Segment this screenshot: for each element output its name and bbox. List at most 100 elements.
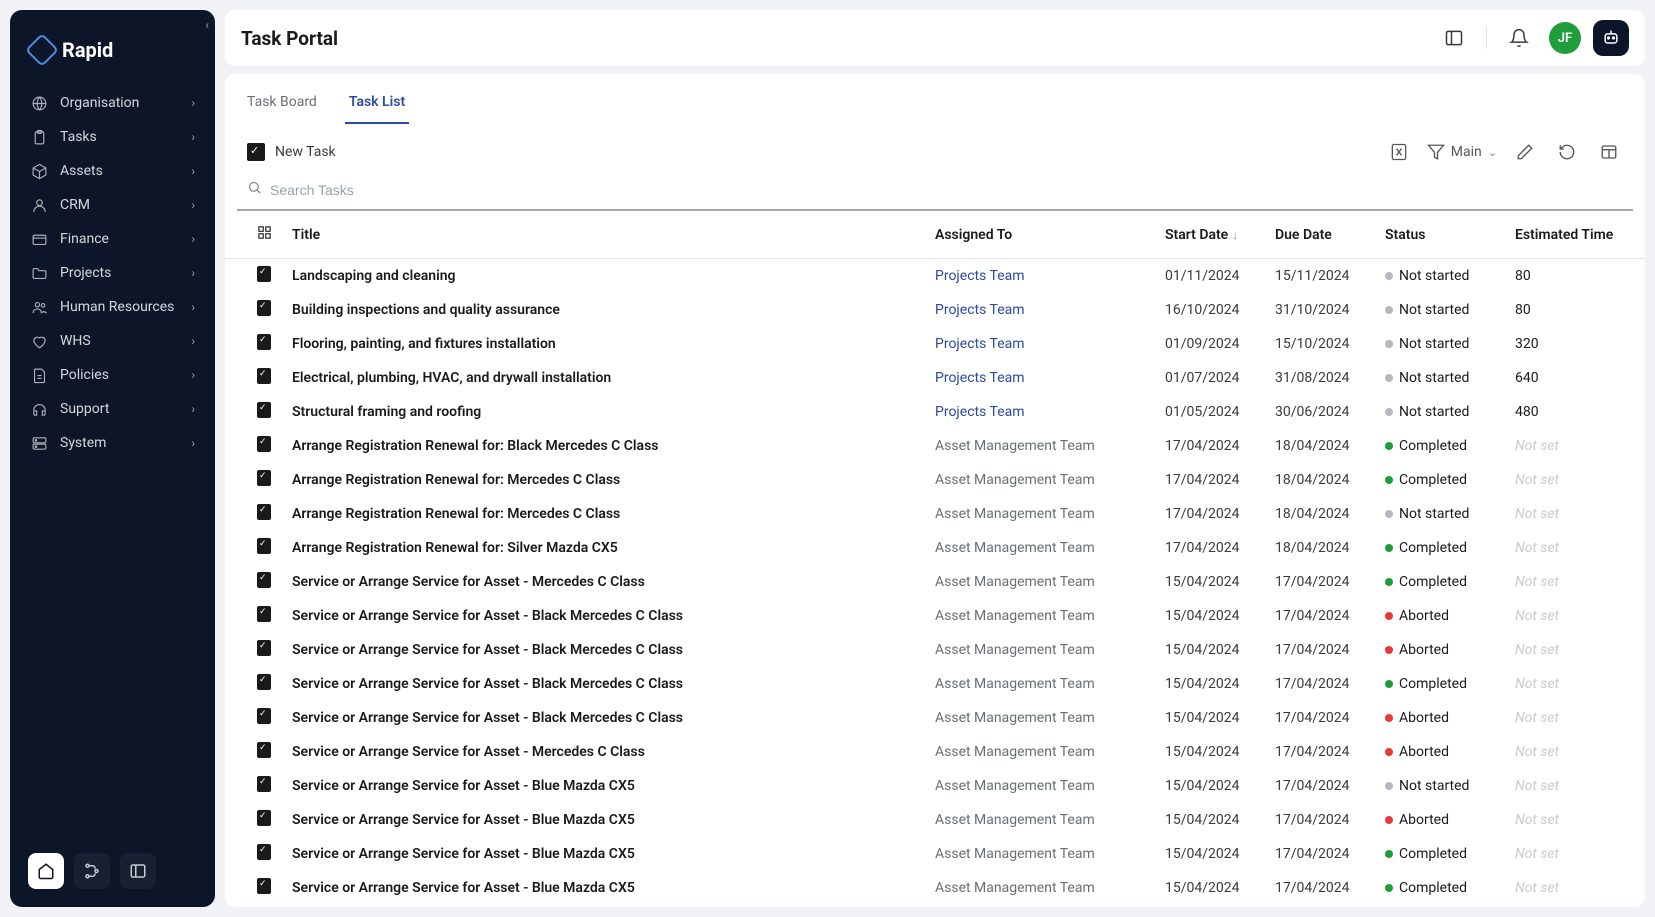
col-start[interactable]: Start Date↓ bbox=[1155, 211, 1265, 259]
card-icon bbox=[30, 230, 48, 248]
table-row[interactable]: Structural framing and roofing Projects … bbox=[225, 395, 1645, 429]
sidebar-item-assets[interactable]: Assets › bbox=[18, 154, 207, 188]
column-selector[interactable] bbox=[225, 211, 282, 259]
topbar-layout-button[interactable] bbox=[1436, 20, 1472, 56]
hierarchy-button[interactable] bbox=[74, 853, 110, 889]
task-icon bbox=[257, 572, 271, 588]
table-row[interactable]: Arrange Registration Renewal for: Merced… bbox=[225, 463, 1645, 497]
table-row[interactable]: Arrange Registration Renewal for: Black … bbox=[225, 429, 1645, 463]
col-due[interactable]: Due Date bbox=[1265, 211, 1375, 259]
sidebar-item-policies[interactable]: Policies › bbox=[18, 358, 207, 392]
task-title: Arrange Registration Renewal for: Merced… bbox=[282, 463, 925, 497]
start-date: 15/04/2024 bbox=[1155, 701, 1265, 735]
tab-task-list[interactable]: Task List bbox=[345, 86, 409, 124]
table-row[interactable]: Flooring, painting, and fixtures install… bbox=[225, 327, 1645, 361]
sidebar-item-projects[interactable]: Projects › bbox=[18, 256, 207, 290]
task-icon bbox=[257, 266, 271, 282]
assigned-to: Asset Management Team bbox=[935, 710, 1095, 726]
table-row[interactable]: Service or Arrange Service for Asset - B… bbox=[225, 871, 1645, 905]
sidebar-item-support[interactable]: Support › bbox=[18, 392, 207, 426]
assigned-to[interactable]: Projects Team bbox=[935, 370, 1025, 386]
estimated-time: Not set bbox=[1505, 735, 1645, 769]
due-date: 18/04/2024 bbox=[1265, 429, 1375, 463]
start-date: 15/04/2024 bbox=[1155, 633, 1265, 667]
avatar[interactable]: JF bbox=[1549, 22, 1581, 54]
search-input[interactable] bbox=[270, 182, 1623, 198]
status-badge: Aborted bbox=[1375, 633, 1505, 667]
edit-button[interactable] bbox=[1511, 138, 1539, 166]
table-row[interactable]: Triage Item - A new request for this. Su… bbox=[225, 905, 1645, 907]
task-icon bbox=[257, 334, 271, 350]
status-badge: Not started bbox=[1375, 497, 1505, 531]
sidebar-item-finance[interactable]: Finance › bbox=[18, 222, 207, 256]
sidebar-layout-button[interactable] bbox=[120, 853, 156, 889]
app-logo[interactable]: Rapid bbox=[10, 10, 215, 86]
status-badge: Completed bbox=[1375, 463, 1505, 497]
new-task-button[interactable]: New Task bbox=[247, 143, 336, 161]
status-badge: Not started bbox=[1375, 769, 1505, 803]
task-title: Service or Arrange Service for Asset - B… bbox=[282, 803, 925, 837]
table-row[interactable]: Landscaping and cleaning Projects Team 0… bbox=[225, 259, 1645, 294]
sidebar-item-crm[interactable]: CRM › bbox=[18, 188, 207, 222]
filter-dropdown[interactable]: Main ⌄ bbox=[1427, 143, 1497, 161]
task-title: Triage Item - A new request for this. bbox=[282, 905, 925, 907]
assistant-button[interactable] bbox=[1593, 20, 1629, 56]
assigned-to[interactable]: Projects Team bbox=[935, 336, 1025, 352]
table-row[interactable]: Service or Arrange Service for Asset - B… bbox=[225, 599, 1645, 633]
task-title: Flooring, painting, and fixtures install… bbox=[282, 327, 925, 361]
assigned-to[interactable]: Projects Team bbox=[935, 302, 1025, 318]
tab-task-board[interactable]: Task Board bbox=[243, 86, 321, 124]
sidebar-collapse-button[interactable]: ‹ bbox=[205, 18, 209, 32]
table-row[interactable]: Service or Arrange Service for Asset - M… bbox=[225, 565, 1645, 599]
sidebar-item-system[interactable]: System › bbox=[18, 426, 207, 460]
table-row[interactable]: Service or Arrange Service for Asset - B… bbox=[225, 803, 1645, 837]
main: Task Portal JF Task Board Task List New T… bbox=[215, 0, 1655, 917]
export-excel-button[interactable] bbox=[1385, 138, 1413, 166]
due-date: 18/04/2024 bbox=[1265, 497, 1375, 531]
col-assigned[interactable]: Assigned To bbox=[925, 211, 1155, 259]
task-icon bbox=[257, 402, 271, 418]
assigned-to: Asset Management Team bbox=[935, 744, 1095, 760]
estimated-time: Not set bbox=[1505, 803, 1645, 837]
col-est[interactable]: Estimated Time bbox=[1505, 211, 1645, 259]
start-date: 15/04/2024 bbox=[1155, 803, 1265, 837]
table-row[interactable]: Electrical, plumbing, HVAC, and drywall … bbox=[225, 361, 1645, 395]
assigned-to[interactable]: Projects Team bbox=[935, 404, 1025, 420]
task-title: Arrange Registration Renewal for: Silver… bbox=[282, 531, 925, 565]
sidebar-item-organisation[interactable]: Organisation › bbox=[18, 86, 207, 120]
table-row[interactable]: Service or Arrange Service for Asset - B… bbox=[225, 633, 1645, 667]
server-icon bbox=[30, 434, 48, 452]
sidebar-item-whs[interactable]: WHS › bbox=[18, 324, 207, 358]
home-button[interactable] bbox=[28, 853, 64, 889]
sidebar-item-tasks[interactable]: Tasks › bbox=[18, 120, 207, 154]
task-icon bbox=[247, 143, 265, 161]
table-row[interactable]: Building inspections and quality assuran… bbox=[225, 293, 1645, 327]
columns-button[interactable] bbox=[1595, 138, 1623, 166]
nav-label: Finance bbox=[60, 231, 179, 247]
table-row[interactable]: Service or Arrange Service for Asset - B… bbox=[225, 667, 1645, 701]
estimated-time: Not set bbox=[1505, 633, 1645, 667]
refresh-button[interactable] bbox=[1553, 138, 1581, 166]
table-row[interactable]: Service or Arrange Service for Asset - B… bbox=[225, 837, 1645, 871]
table-row[interactable]: Service or Arrange Service for Asset - B… bbox=[225, 701, 1645, 735]
table-scroll[interactable]: Title Assigned To Start Date↓ Due Date S… bbox=[225, 211, 1645, 907]
tabs: Task Board Task List bbox=[225, 74, 1645, 124]
new-task-label: New Task bbox=[275, 144, 336, 160]
task-title: Service or Arrange Service for Asset - M… bbox=[282, 565, 925, 599]
notifications-button[interactable] bbox=[1501, 20, 1537, 56]
topbar: Task Portal JF bbox=[225, 10, 1645, 66]
status-badge: Aborted bbox=[1375, 735, 1505, 769]
col-title[interactable]: Title bbox=[282, 211, 925, 259]
start-date: 15/04/2024 bbox=[1155, 769, 1265, 803]
sidebar-item-human-resources[interactable]: Human Resources › bbox=[18, 290, 207, 324]
status-badge: Completed bbox=[1375, 429, 1505, 463]
due-date: 17/04/2024 bbox=[1265, 599, 1375, 633]
table-row[interactable]: Service or Arrange Service for Asset - B… bbox=[225, 769, 1645, 803]
assigned-to[interactable]: Projects Team bbox=[935, 268, 1025, 284]
col-status[interactable]: Status bbox=[1375, 211, 1505, 259]
table-row[interactable]: Service or Arrange Service for Asset - M… bbox=[225, 735, 1645, 769]
chevron-right-icon: › bbox=[191, 164, 195, 178]
table-row[interactable]: Arrange Registration Renewal for: Merced… bbox=[225, 497, 1645, 531]
table-row[interactable]: Arrange Registration Renewal for: Silver… bbox=[225, 531, 1645, 565]
estimated-time: Not set bbox=[1505, 531, 1645, 565]
